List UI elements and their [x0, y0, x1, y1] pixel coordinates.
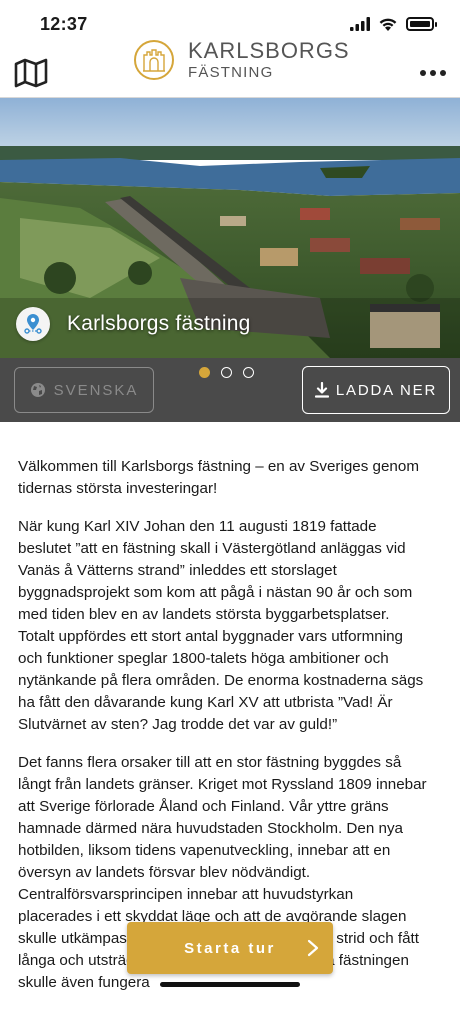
battery-icon — [406, 17, 437, 31]
download-icon — [314, 382, 329, 398]
start-tour-button[interactable]: Starta tur — [127, 922, 333, 974]
hero-title: Karlsborgs fästning — [67, 312, 251, 335]
controls-bar: SVENSKA LADDA NER — [0, 358, 460, 422]
download-label: LADDA NER — [335, 381, 438, 399]
carousel-pagination — [199, 367, 254, 378]
language-button[interactable]: SVENSKA — [14, 367, 154, 413]
signal-icon — [350, 17, 370, 31]
carousel-dot-3[interactable] — [243, 367, 254, 378]
logo-title: KARLSBORGS — [188, 38, 350, 63]
article-paragraph: Välkommen till Karlsborgs fästning – en … — [18, 458, 419, 497]
hero-caption: Karlsborgs fästning — [16, 307, 251, 341]
more-icon[interactable] — [420, 70, 446, 76]
app-logo: KARLSBORGS FÄSTNING — [134, 40, 350, 80]
chevron-right-icon — [307, 939, 319, 957]
carousel-dot-2[interactable] — [221, 367, 232, 378]
map-icon[interactable] — [14, 58, 48, 88]
home-indicator — [160, 982, 300, 987]
fortress-logo-icon — [134, 40, 174, 80]
app-header: KARLSBORGS FÄSTNING — [0, 36, 460, 98]
map-pin-icon — [16, 307, 50, 341]
language-label: SVENSKA — [53, 381, 139, 399]
carousel-dot-1[interactable] — [199, 367, 210, 378]
logo-subtitle: FÄSTNING — [188, 64, 274, 81]
hero-image-carousel[interactable]: Karlsborgs fästning — [0, 98, 460, 358]
status-icons — [350, 16, 437, 32]
download-button[interactable]: LADDA NER — [302, 366, 450, 414]
article-paragraph: När kung Karl XIV Johan den 11 augusti 1… — [18, 518, 424, 733]
start-tour-label: Starta tur — [184, 939, 276, 957]
wifi-icon — [379, 18, 397, 31]
status-time: 12:37 — [40, 14, 88, 34]
globe-icon — [30, 383, 45, 397]
